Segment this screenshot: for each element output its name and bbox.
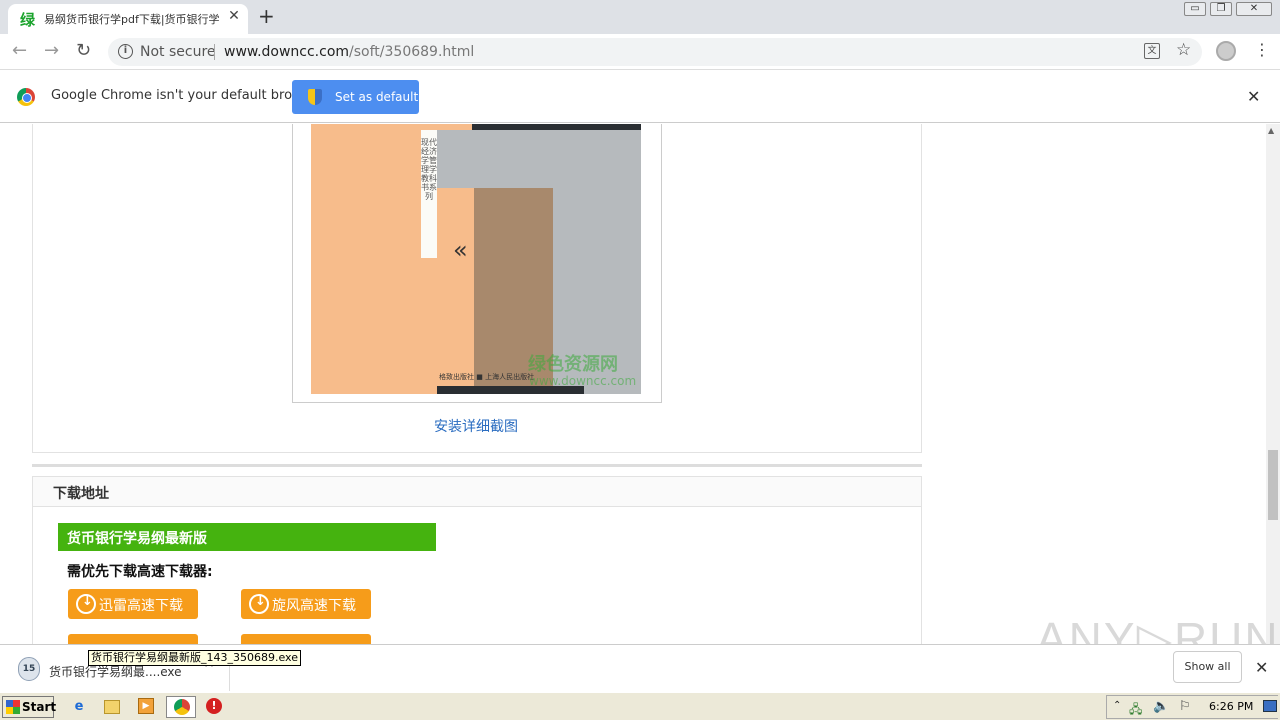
xuanfeng-download-button[interactable]: 旋风高速下载 (241, 589, 371, 619)
scroll-up-arrow-icon[interactable]: ▲ (1268, 126, 1274, 135)
scrollbar-thumb[interactable] (1268, 450, 1278, 520)
start-button[interactable]: Start (2, 696, 57, 718)
tab-title: 易纲货币银行学pdf下载|货币银行学 (44, 13, 220, 26)
forward-arrow-icon[interactable]: → (44, 40, 59, 61)
download-button-partial[interactable] (68, 634, 198, 644)
download-button-partial[interactable] (241, 634, 371, 644)
default-browser-infobar: Google Chrome isn't your default browser… (0, 71, 1280, 123)
book-cover-image: 现代经济学管理学教科书系列 « 格致出版社 ■ 上海人民出版社 绿色资源网 ww… (311, 124, 641, 394)
tab-close-icon[interactable]: ✕ (226, 8, 242, 24)
stop-icon[interactable]: ! (206, 698, 222, 714)
filename-tooltip: 货币银行学易纲最新版_143_350689.exe (88, 650, 301, 666)
internet-explorer-icon[interactable]: e (70, 698, 88, 716)
screenshot-frame[interactable]: 现代经济学管理学教科书系列 « 格致出版社 ■ 上海人民出版社 绿色资源网 ww… (292, 124, 662, 403)
tray-expand-icon[interactable]: ⌃ (1113, 700, 1121, 711)
tab-strip: 绿 易纲货币银行学pdf下载|货币银行学 ✕ + ▭ ❐ ✕ (0, 0, 1280, 34)
xunlei-download-button[interactable]: 迅雷高速下载 (68, 589, 198, 619)
web-page: 现代经济学管理学教科书系列 « 格致出版社 ■ 上海人民出版社 绿色资源网 ww… (0, 124, 1266, 644)
cover-arrows: « (453, 236, 468, 264)
info-icon[interactable]: i (118, 44, 133, 59)
cover-series-text: 现代经济学管理学教科书系列 (421, 130, 437, 258)
xunlei-download-label: 迅雷高速下载 (99, 598, 183, 614)
folder-icon[interactable] (104, 700, 120, 714)
divider (214, 44, 215, 60)
restore-button[interactable]: ❐ (1210, 2, 1232, 16)
browser-toolbar: ← → ↻ i Not secure www.downcc.com/soft/3… (0, 34, 1280, 70)
page-scrollbar[interactable] (1266, 124, 1280, 644)
cover-publisher: 格致出版社 ■ 上海人民出版社 (439, 373, 535, 381)
uac-shield-icon (308, 89, 322, 105)
download-card: 下载地址 货币银行学易纲最新版 需优先下载高速下载器: 迅雷高速下载 旋风高速下… (32, 476, 922, 644)
reload-icon[interactable]: ↻ (76, 40, 91, 61)
windows-taskbar: Start e ▶ ! ⌃ 🖧 🔈 ⚐ 6:26 PM (0, 692, 1280, 720)
media-player-icon[interactable]: ▶ (138, 698, 154, 714)
shelf-close-icon[interactable]: ✕ (1255, 658, 1268, 677)
browser-tab[interactable]: 绿 易纲货币银行学pdf下载|货币银行学 ✕ (8, 4, 248, 34)
watermark-url: www.downcc.com (529, 374, 637, 388)
site-favicon-icon: 绿 (20, 11, 36, 29)
chrome-icon (174, 699, 190, 715)
section-divider (32, 464, 922, 467)
chrome-logo-icon (17, 88, 35, 106)
watermark-site-name: 绿色资源网 (528, 354, 618, 375)
installer-file-icon: 15 (18, 657, 40, 681)
network-icon[interactable]: 🖧 (1129, 700, 1142, 721)
url-path: /soft/350689.html (349, 44, 475, 60)
screenshot-caption-link[interactable]: 安装详细截图 (434, 416, 518, 436)
url-text[interactable]: www.downcc.com/soft/350689.html (224, 44, 474, 60)
show-desktop-icon[interactable] (1263, 700, 1277, 712)
cover-top-bar (472, 124, 641, 130)
url-host: www.downcc.com (224, 44, 350, 60)
taskbar-clock[interactable]: 6:26 PM (1209, 700, 1253, 713)
window-close-button[interactable]: ✕ (1236, 2, 1272, 16)
infobar-close-icon[interactable]: ✕ (1247, 87, 1260, 106)
cloud-download-icon (249, 594, 269, 614)
menu-kebab-icon[interactable]: ⋮ (1254, 40, 1270, 59)
volume-icon[interactable]: 🔈 (1153, 699, 1169, 714)
address-bar[interactable]: i Not secure www.downcc.com/soft/350689.… (108, 38, 1202, 66)
new-tab-button[interactable]: + (258, 4, 275, 28)
version-title: 货币银行学易纲最新版 (67, 531, 207, 547)
chrome-taskbar-button[interactable] (166, 696, 196, 718)
back-arrow-icon[interactable]: ← (12, 40, 27, 61)
download-card-header: 下载地址 (33, 477, 921, 507)
show-all-button[interactable]: Show all (1173, 651, 1242, 683)
set-as-default-button[interactable]: Set as default (292, 80, 419, 114)
translate-icon[interactable]: 文 (1144, 43, 1160, 59)
bookmark-star-icon[interactable]: ☆ (1176, 40, 1191, 60)
profile-avatar-icon[interactable] (1216, 41, 1236, 61)
cloud-download-icon (76, 594, 96, 614)
action-center-flag-icon[interactable]: ⚐ (1179, 699, 1191, 714)
security-label[interactable]: Not secure (140, 44, 216, 60)
windows-logo-icon (6, 700, 20, 714)
version-header: 货币银行学易纲最新版 (58, 523, 436, 551)
infobar-message: Google Chrome isn't your default browser (51, 88, 323, 103)
start-label: Start (22, 700, 57, 714)
xuanfeng-download-label: 旋风高速下载 (272, 598, 356, 614)
set-as-default-label: Set as default (335, 90, 419, 104)
download-section-title: 下载地址 (53, 486, 109, 502)
cover-orange-block (437, 188, 474, 394)
minimize-button[interactable]: ▭ (1184, 2, 1206, 16)
prerequisite-text: 需优先下载高速下载器: (67, 564, 213, 580)
